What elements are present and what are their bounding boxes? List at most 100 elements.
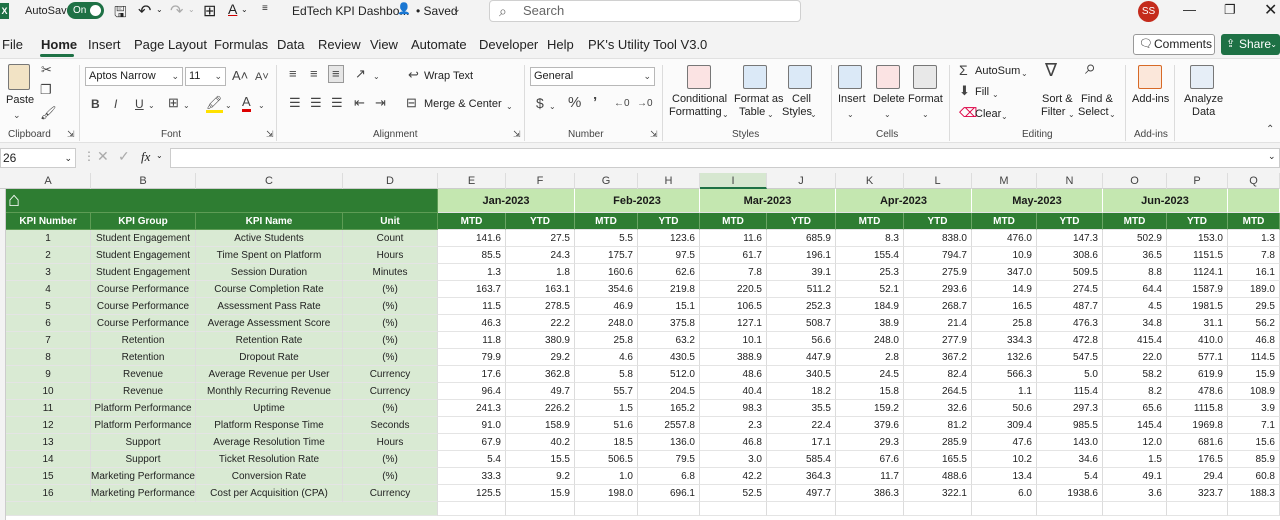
mtd-value-cell[interactable]: 58.2 [1103,366,1167,383]
column-header-i[interactable]: I [700,173,767,189]
ytd-value-cell[interactable]: 696.1 [638,485,700,502]
ytd-value-cell[interactable]: 123.6 [638,230,700,247]
kpi-name-cell[interactable]: Ticket Resolution Rate [196,451,343,468]
ytd-value-cell[interactable]: 985.5 [1037,417,1103,434]
ytd-value-cell[interactable]: 1151.5 [1167,247,1228,264]
mtd-value-cell[interactable]: 12.0 [1103,434,1167,451]
fill-color-dropdown-icon[interactable]: ⌄ [225,99,232,113]
saved-dropdown-icon[interactable]: ⌄ [453,4,461,15]
mtd-value-cell[interactable]: 163.7 [438,281,506,298]
format-cells-icon[interactable] [913,65,937,89]
mtd-value-cell[interactable]: 48.6 [700,366,767,383]
mtd-value-cell[interactable]: 502.9 [1103,230,1167,247]
empty-cell[interactable] [638,502,700,516]
ytd-value-cell[interactable]: 577.1 [1167,349,1228,366]
mtd-value-cell[interactable]: 13.4 [972,468,1037,485]
column-header-e[interactable]: E [438,173,506,189]
mtd-value-cell[interactable]: 15.8 [836,383,904,400]
ytd-value-cell[interactable]: 219.8 [638,281,700,298]
unit-cell[interactable]: Seconds [343,417,438,434]
format-as-table-button[interactable]: Table [739,106,765,118]
ytd-value-cell[interactable]: 511.2 [767,281,836,298]
increase-font-icon[interactable]: A˄ [232,69,248,83]
mtd-value-cell[interactable]: 16.1 [1228,264,1280,281]
ytd-value-cell[interactable]: 508.7 [767,315,836,332]
redo-icon[interactable]: ↷ [170,1,183,21]
ytd-value-cell[interactable]: 39.1 [767,264,836,281]
kpi-number-cell[interactable]: 8 [6,349,91,366]
ytd-value-cell[interactable]: 31.1 [1167,315,1228,332]
empty-kpi-row[interactable] [6,502,438,516]
kpi-number-cell[interactable]: 3 [6,264,91,281]
enter-icon[interactable]: ✓ [118,148,130,165]
conditional-formatting-button[interactable]: Formatting [669,106,722,118]
cell-styles-button[interactable]: Styles [782,106,812,118]
ytd-value-cell[interactable]: 82.4 [904,366,972,383]
insert-button[interactable]: Insert [838,93,866,105]
column-header-n[interactable]: N [1037,173,1103,189]
empty-cell[interactable] [438,502,506,516]
mtd-value-cell[interactable]: 33.3 [438,468,506,485]
comments-button[interactable]: 🗨 Comments [1133,34,1215,55]
ytd-value-cell[interactable]: 153.0 [1167,230,1228,247]
paste-dropdown-icon[interactable]: ⌄ [13,108,21,122]
align-middle-icon[interactable]: ≡ [310,67,318,81]
ytd-value-cell[interactable]: 293.6 [904,281,972,298]
tab-page-layout[interactable]: Page Layout [134,37,207,52]
percent-icon[interactable]: % [568,95,581,110]
merge-dropdown-icon[interactable]: ⌄ [506,100,513,114]
mtd-value-cell[interactable]: 4.6 [575,349,638,366]
tab-review[interactable]: Review [318,37,361,52]
ytd-value-cell[interactable]: 308.6 [1037,247,1103,264]
ytd-value-cell[interactable]: 472.8 [1037,332,1103,349]
empty-cell[interactable] [972,502,1037,516]
ytd-value-cell[interactable]: 18.2 [767,383,836,400]
ytd-value-cell[interactable]: 176.5 [1167,451,1228,468]
format-as-table-icon[interactable] [743,65,767,89]
mtd-value-cell[interactable]: 98.3 [700,400,767,417]
mtd-value-cell[interactable]: 5.5 [575,230,638,247]
ytd-value-cell[interactable]: 430.5 [638,349,700,366]
saved-status[interactable]: • Saved [416,4,458,18]
mtd-value-cell[interactable]: 85.5 [438,247,506,264]
sort-filter-icon[interactable]: ∇ [1045,61,1057,79]
wrap-text-icon[interactable]: ↩ [408,68,419,82]
ytd-value-cell[interactable]: 1969.8 [1167,417,1228,434]
ytd-value-cell[interactable]: 115.4 [1037,383,1103,400]
name-box[interactable]: 26 ⌄ [0,148,76,168]
undo-icon[interactable]: ↶ [138,1,151,21]
mtd-value-cell[interactable]: 334.3 [972,332,1037,349]
align-center-icon[interactable]: ☰ [310,96,322,110]
unit-cell[interactable]: (%) [343,332,438,349]
mtd-value-cell[interactable]: 7.8 [700,264,767,281]
paste-button[interactable]: Paste [6,94,34,106]
ytd-value-cell[interactable]: 21.4 [904,315,972,332]
mtd-value-cell[interactable]: 46.9 [575,298,638,315]
conditional-formatting-icon[interactable] [687,65,711,89]
sort-filter-button[interactable]: Filter [1041,106,1065,118]
analyze-data-button[interactable]: Data [1192,106,1215,118]
ytd-value-cell[interactable]: 274.5 [1037,281,1103,298]
increase-decimal-icon[interactable]: ←0 [614,97,630,111]
ytd-value-cell[interactable]: 323.7 [1167,485,1228,502]
kpi-group-cell[interactable]: Revenue [91,366,196,383]
column-header-g[interactable]: G [575,173,638,189]
kpi-name-cell[interactable]: Average Assessment Score [196,315,343,332]
kpi-number-cell[interactable]: 14 [6,451,91,468]
mtd-value-cell[interactable]: 347.0 [972,264,1037,281]
chevron-down-icon[interactable]: ⌄ [922,108,929,122]
kpi-name-cell[interactable]: Dropout Rate [196,349,343,366]
ytd-value-cell[interactable]: 1938.6 [1037,485,1103,502]
tab-home[interactable]: Home [41,37,77,52]
unit-cell[interactable]: Hours [343,247,438,264]
ytd-value-cell[interactable]: 79.5 [638,451,700,468]
ytd-value-cell[interactable]: 585.4 [767,451,836,468]
column-header-k[interactable]: K [836,173,904,189]
chevron-down-icon[interactable]: ⌄ [722,108,729,122]
kpi-group-cell[interactable]: Revenue [91,383,196,400]
number-launcher-icon[interactable]: ⇲ [650,127,658,141]
kpi-group-cell[interactable]: Student Engagement [91,264,196,281]
align-left-icon[interactable]: ☰ [289,96,301,110]
mtd-value-cell[interactable]: 132.6 [972,349,1037,366]
italic-icon[interactable]: I [114,97,117,111]
